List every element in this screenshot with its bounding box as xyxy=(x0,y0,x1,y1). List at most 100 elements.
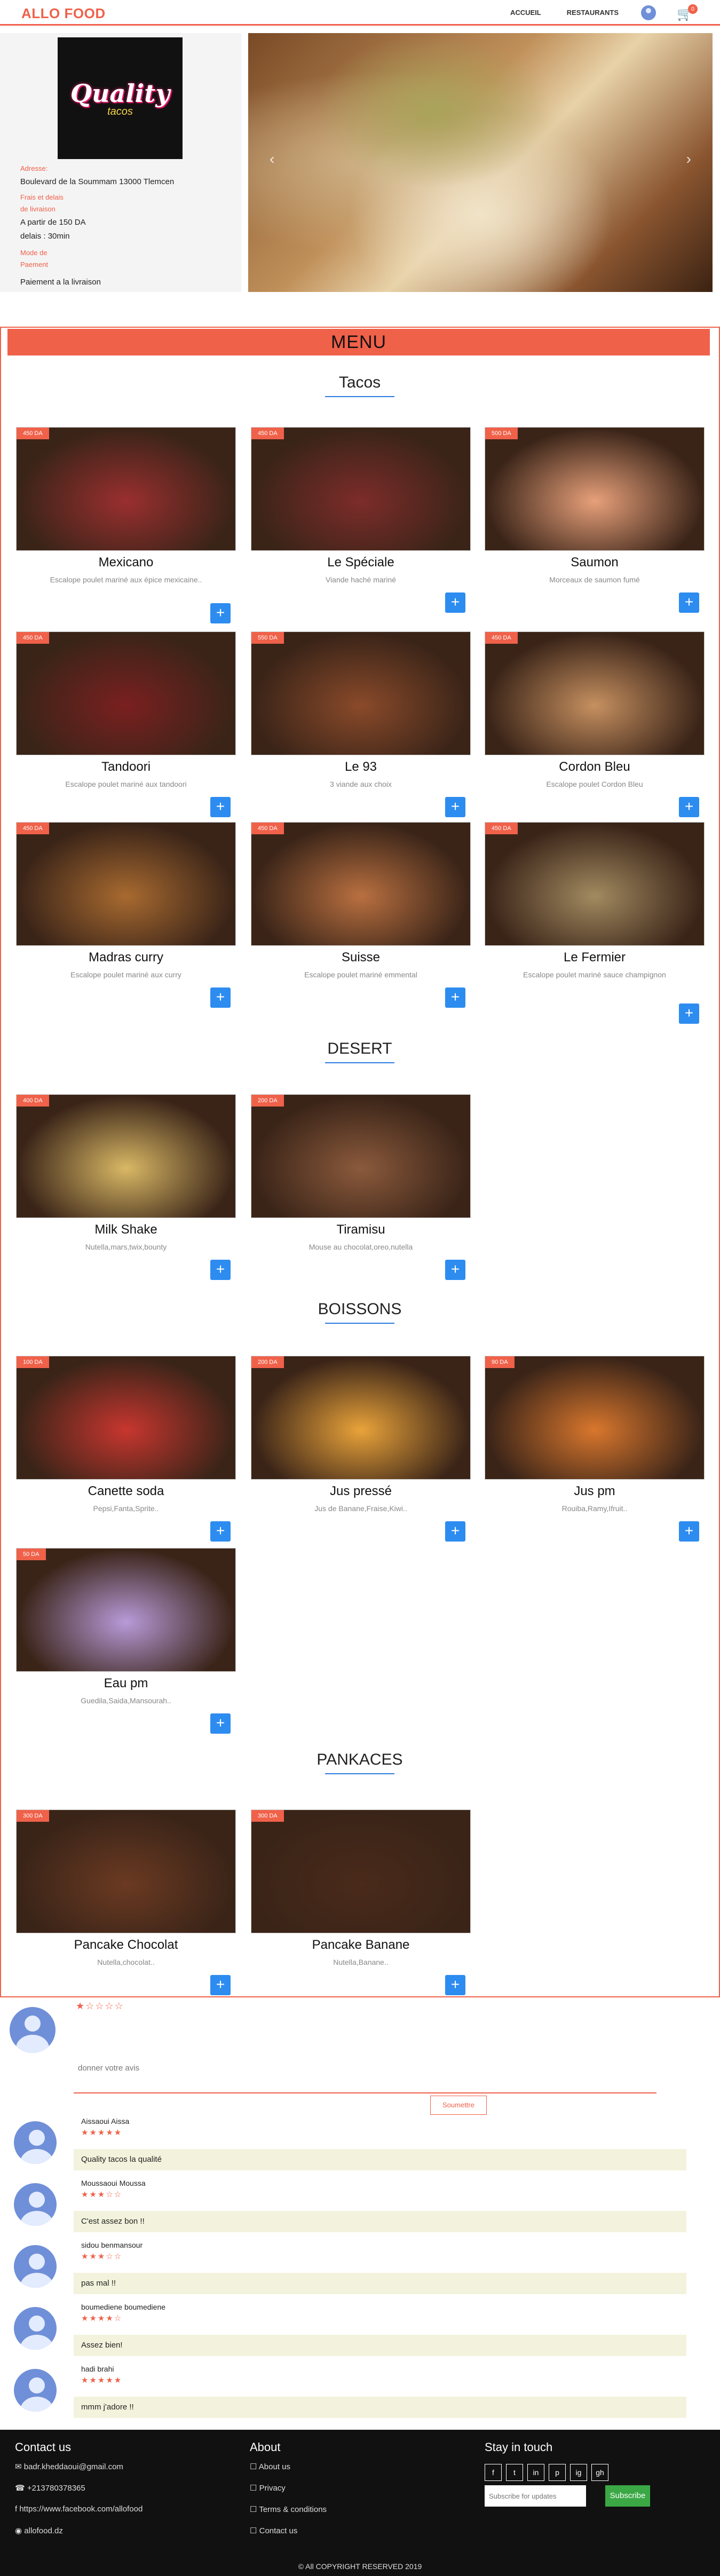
price-badge: 100 DA xyxy=(17,1356,49,1368)
menu-item-image: 500 DA xyxy=(485,427,705,551)
user-icon[interactable] xyxy=(641,5,656,20)
subscribe-input[interactable] xyxy=(485,2485,586,2507)
menu-item-name: Le Fermier xyxy=(563,950,626,965)
add-to-cart-button[interactable]: + xyxy=(445,987,465,1008)
menu-item-image: 450 DA xyxy=(485,631,705,755)
menu-item-description: Nutella,mars,twix,bounty xyxy=(85,1243,167,1251)
add-to-cart-button[interactable]: + xyxy=(679,1003,699,1024)
add-to-cart-button[interactable]: + xyxy=(445,797,465,817)
add-to-cart-button[interactable]: + xyxy=(679,592,699,613)
menu-item-name: Tandoori xyxy=(101,760,151,774)
menu-item-image: 400 DA xyxy=(16,1094,236,1218)
pinterest-icon[interactable]: p xyxy=(549,2464,566,2481)
payment-label: Mode de xyxy=(20,249,48,257)
menu-item-image: 450 DA xyxy=(485,822,705,946)
footer-about-link[interactable]: ☐ About us xyxy=(250,2462,290,2471)
section-title-tacos: Tacos xyxy=(253,374,466,397)
twitter-icon[interactable]: t xyxy=(506,2464,523,2481)
footer-email-text: badr.kheddaoui@gmail.com xyxy=(23,2462,123,2471)
menu-item-description: Escalope poulet mariné aux curry xyxy=(70,970,181,979)
nav-link-accueil[interactable]: ACCUEIL xyxy=(510,9,541,17)
review-stars: ★★★★★ xyxy=(81,2376,123,2385)
menu-item-description: Escalope poulet mariné emmental xyxy=(304,970,417,979)
footer-about-title: About xyxy=(250,2440,281,2454)
menu-item-image: 450 DA xyxy=(251,822,471,946)
menu-item-description: Guedila,Saida,Mansourah.. xyxy=(81,1696,171,1705)
footer-contact-link[interactable]: ☐ Contact us xyxy=(250,2526,297,2535)
section-title-boissons: BOISSONS xyxy=(253,1300,466,1324)
menu-item-name: Le 93 xyxy=(344,760,377,774)
subscribe-button[interactable]: Subscribe xyxy=(605,2485,650,2507)
menu-item-name: Suisse xyxy=(341,950,381,965)
add-to-cart-button[interactable]: + xyxy=(210,1521,231,1542)
add-to-cart-button[interactable]: + xyxy=(210,603,231,623)
instagram-icon[interactable]: ig xyxy=(570,2464,587,2481)
menu-item-name: Saumon xyxy=(571,555,619,570)
carousel-next-icon[interactable]: › xyxy=(686,151,691,168)
menu-item-name: Jus pm xyxy=(574,1484,615,1498)
review-text: pas mal !! xyxy=(74,2273,686,2294)
section-title-pankaces: PANKACES xyxy=(253,1751,466,1774)
footer-site[interactable]: ◉ allofood.dz xyxy=(15,2526,63,2535)
review-stars: ★★★☆☆ xyxy=(81,2252,123,2261)
menu-item-description: Nutella,Banane.. xyxy=(333,1958,389,1966)
restaurant-logo: Quality tacos xyxy=(58,37,183,159)
review-text: Assez bien! xyxy=(74,2335,686,2356)
menu-item-name: Canette soda xyxy=(88,1484,164,1498)
address-value: Boulevard de la Soummam 13000 Tlemcen xyxy=(20,177,175,186)
delay-value: delais : 30min xyxy=(20,232,70,241)
payment-label-2: Paement xyxy=(20,260,49,268)
menu-item-name: Le Spéciale xyxy=(327,555,394,570)
fees-label: Frais et delais xyxy=(20,193,64,201)
copyright: © All COPYRIGHT RESERVED 2019 xyxy=(298,2562,422,2571)
add-to-cart-button[interactable]: + xyxy=(679,797,699,817)
menu-item-description: Viande haché mariné xyxy=(325,575,397,584)
facebook-icon[interactable]: f xyxy=(485,2464,502,2481)
new-review-stars[interactable]: ★☆☆☆☆ xyxy=(76,2001,124,2012)
menu-item-description: Escalope poulet mariné sauce champignon xyxy=(523,970,666,979)
menu-item-name: Jus pressé xyxy=(329,1484,392,1498)
footer-contact-link-text: Contact us xyxy=(259,2526,298,2535)
add-to-cart-button[interactable]: + xyxy=(210,1975,231,1995)
menu-item-name: Eau pm xyxy=(104,1676,148,1690)
footer-facebook[interactable]: f https://www.facebook.com/allofood xyxy=(15,2504,143,2514)
nav-link-restaurants[interactable]: RESTAURANTS xyxy=(567,9,619,17)
add-to-cart-button[interactable]: + xyxy=(445,1521,465,1542)
menu-item-image: 450 DA xyxy=(251,427,471,551)
brand-logo[interactable]: ALLO FOOD xyxy=(21,5,106,22)
price-badge: 450 DA xyxy=(251,428,284,439)
price-badge: 50 DA xyxy=(17,1548,46,1560)
price-badge: 400 DA xyxy=(17,1095,49,1107)
reviewer-avatar xyxy=(14,2183,57,2226)
footer-email[interactable]: ✉ badr.kheddaoui@gmail.com xyxy=(15,2462,123,2471)
add-to-cart-button[interactable]: + xyxy=(679,1521,699,1542)
address-label: Adresse: xyxy=(20,164,48,172)
add-to-cart-button[interactable]: + xyxy=(210,1260,231,1280)
menu-item-name: Pancake Chocolat xyxy=(74,1938,178,1952)
menu-item-description: Mouse au chocolat,oreo,nutella xyxy=(308,1243,413,1251)
add-to-cart-button[interactable]: + xyxy=(445,1260,465,1280)
add-to-cart-button[interactable]: + xyxy=(445,1975,465,1995)
add-to-cart-button[interactable]: + xyxy=(210,1713,231,1734)
review-input[interactable] xyxy=(74,2043,656,2093)
linkedin-icon[interactable]: in xyxy=(527,2464,544,2481)
submit-review-button[interactable]: Soumettre xyxy=(430,2096,487,2115)
add-to-cart-button[interactable]: + xyxy=(445,592,465,613)
reviewer-name: Moussaoui Moussa xyxy=(81,2179,146,2187)
footer-privacy-link[interactable]: ☐ Privacy xyxy=(250,2483,286,2493)
review-stars: ★★★☆☆ xyxy=(81,2190,123,2199)
add-to-cart-button[interactable]: + xyxy=(210,797,231,817)
menu-title: MENU xyxy=(7,329,710,355)
menu-item-name: Tiramisu xyxy=(336,1222,385,1237)
menu-item-name: Cordon Bleu xyxy=(559,760,630,774)
footer-phone[interactable]: ☎ +213780378365 xyxy=(15,2483,85,2493)
footer-phone-text: +213780378365 xyxy=(27,2484,85,2493)
footer-terms-link[interactable]: ☐ Terms & conditions xyxy=(250,2504,327,2514)
menu-item-name: Milk Shake xyxy=(94,1222,157,1237)
github-icon[interactable]: gh xyxy=(591,2464,608,2481)
restaurant-info: Quality tacos Adresse: Boulevard de la S… xyxy=(0,33,241,292)
add-to-cart-button[interactable]: + xyxy=(210,987,231,1008)
menu-item-name: Mexicano xyxy=(98,555,154,570)
carousel-prev-icon[interactable]: ‹ xyxy=(270,151,274,168)
section-title-desert: DESERT xyxy=(253,1040,466,1063)
